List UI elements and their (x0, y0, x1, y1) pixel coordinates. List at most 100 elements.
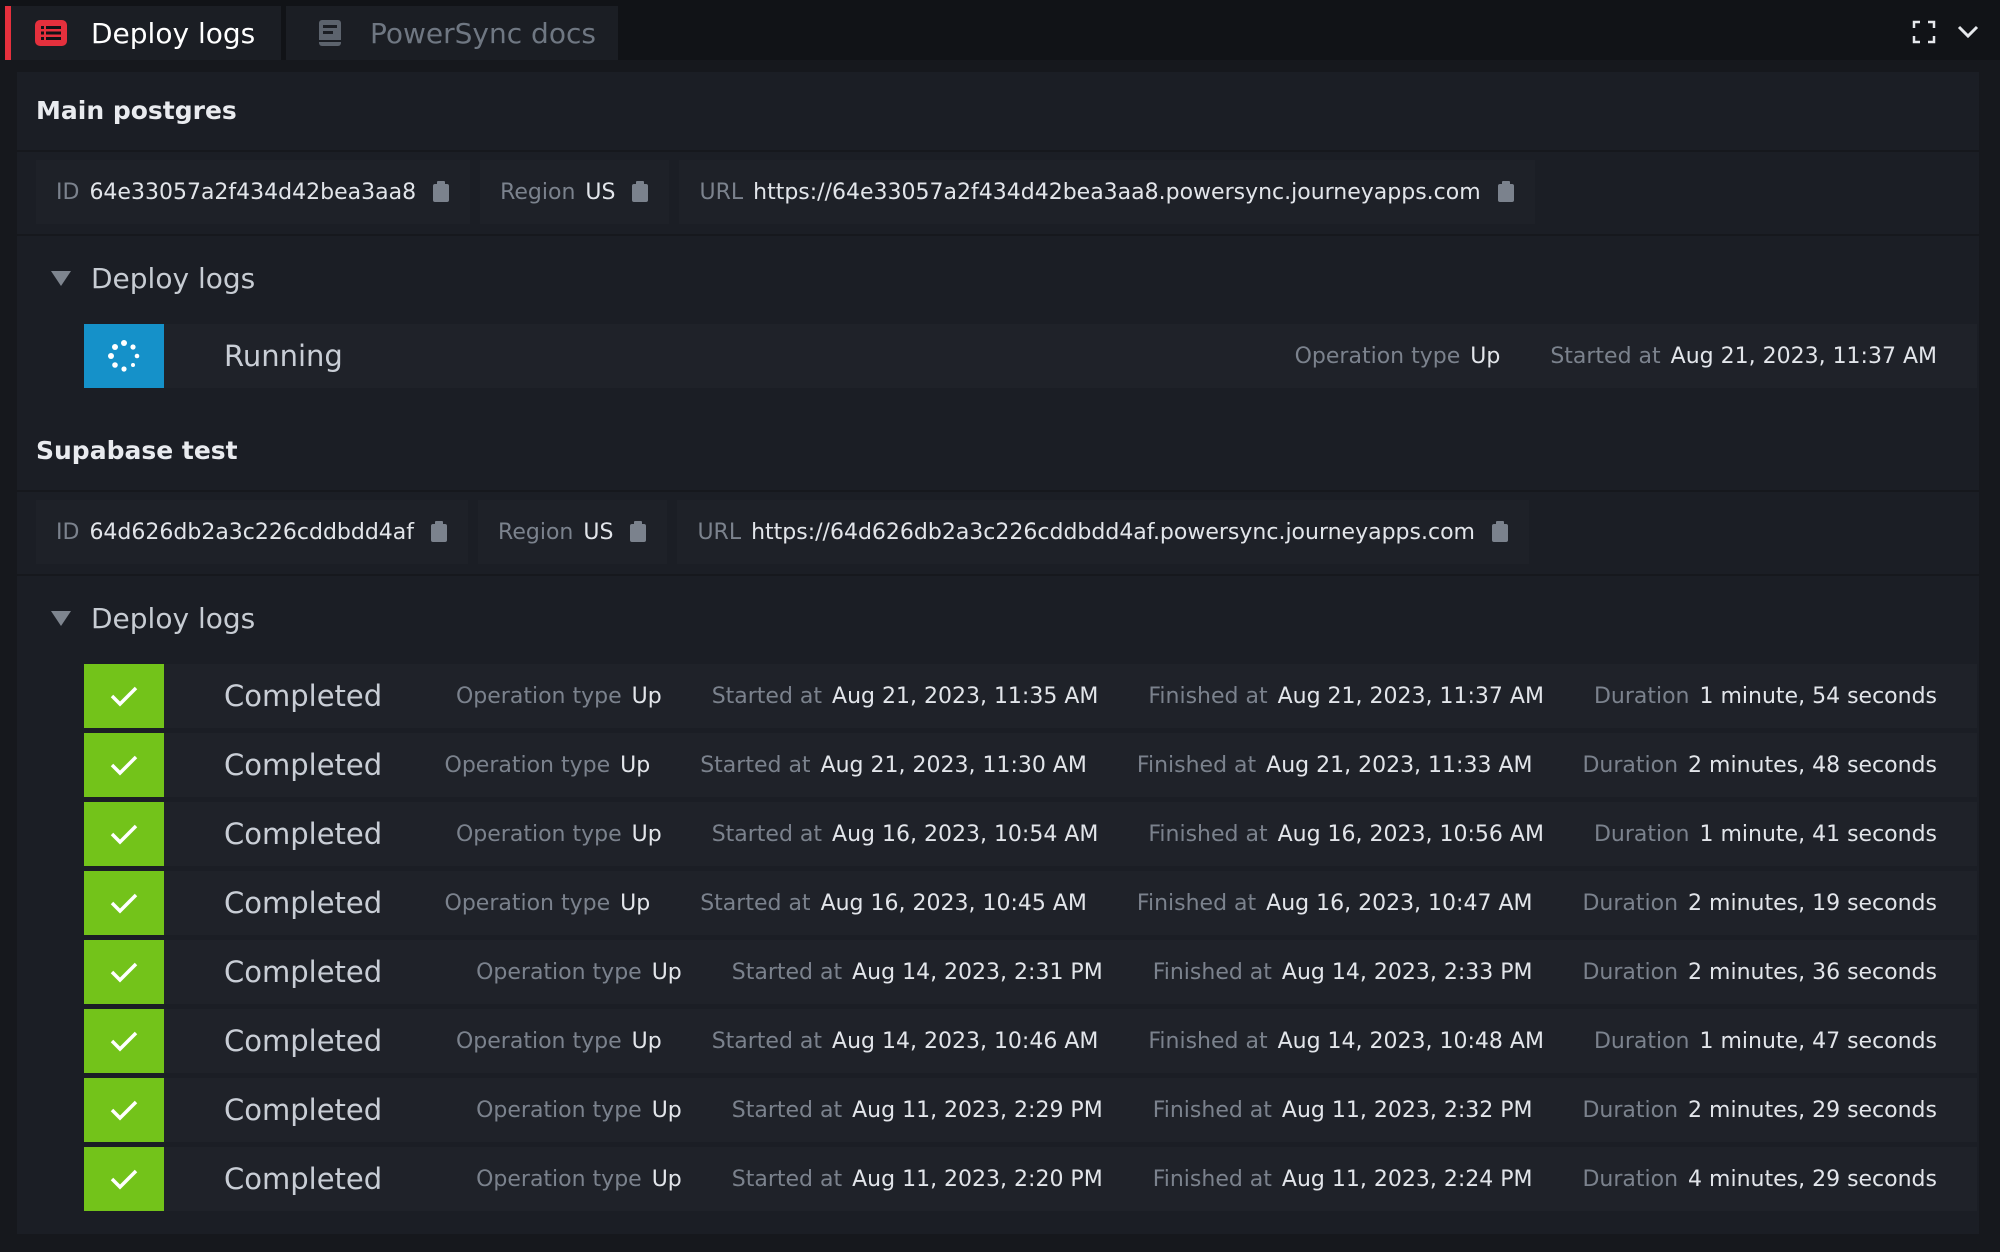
status-label: Completed (224, 955, 383, 989)
divider (17, 574, 1979, 576)
log-fields: Operation type Up Started at Aug 11, 2023,… (426, 1098, 1937, 1123)
url-label: URL (699, 179, 744, 205)
field-value: Up (1470, 343, 1501, 369)
field-value: 1 minute, 47 seconds (1699, 1028, 1937, 1054)
field-label: Duration (1582, 890, 1679, 916)
instance-meta: ID 64d626db2a3c226cddbdd4af Region US UR… (36, 500, 1539, 564)
caret-down-icon (51, 611, 71, 626)
clipboard-icon[interactable] (1491, 521, 1509, 543)
check-icon (84, 1078, 164, 1142)
spinner-icon (84, 324, 164, 388)
region-chip: Region US (478, 500, 668, 564)
field-value: Aug 11, 2023, 2:24 PM (1281, 1166, 1533, 1192)
status-label: Completed (224, 817, 383, 851)
field-value: 2 minutes, 36 seconds (1688, 959, 1937, 985)
field-label: Operation type (476, 1097, 642, 1123)
field-value: 1 minute, 41 seconds (1699, 821, 1937, 847)
instance-title: Supabase test (36, 436, 238, 465)
instance-meta: ID 64e33057a2f434d42bea3aa8 Region US UR… (36, 160, 1545, 224)
field-label: Finished at (1136, 890, 1257, 916)
scrollbar-track[interactable] (1980, 60, 2000, 1252)
instance-title: Main postgres (36, 96, 237, 125)
chevron-down-icon[interactable] (1948, 12, 1988, 52)
deploy-log-row[interactable]: Completed Operation type Up Started at Aug… (84, 871, 1977, 935)
instances-panel: Main postgres ID 64e33057a2f434d42bea3aa… (17, 72, 1979, 1234)
field-value: Aug 16, 2023, 10:45 AM (820, 890, 1087, 916)
deploy-log-row[interactable]: Completed Operation type Up Started at Aug… (84, 733, 1977, 797)
field-label: Operation type (455, 821, 622, 847)
deploy-logs-toggle[interactable]: Deploy logs (51, 262, 255, 295)
tab-bar: Deploy logs PowerSync docs (0, 0, 2000, 60)
field-value: Aug 21, 2023, 11:37 AM (1277, 683, 1544, 709)
url-value: https://64e33057a2f434d42bea3aa8.powersy… (753, 179, 1481, 205)
status-label: Completed (224, 679, 383, 713)
clipboard-icon[interactable] (629, 521, 647, 543)
field-value: 1 minute, 54 seconds (1699, 683, 1937, 709)
url-chip: URL https://64e33057a2f434d42bea3aa8.pow… (679, 160, 1535, 224)
field-label: Operation type (1294, 343, 1461, 369)
tab-label: PowerSync docs (370, 16, 596, 50)
field-label: Finished at (1152, 1166, 1272, 1192)
field-value: 2 minutes, 19 seconds (1688, 890, 1937, 916)
url-label: URL (697, 519, 742, 545)
id-label: ID (56, 519, 80, 545)
clipboard-icon[interactable] (432, 181, 450, 203)
deploy-log-row[interactable]: Completed Operation type Up Started at Aug… (84, 802, 1977, 866)
fullscreen-icon[interactable] (1904, 12, 1944, 52)
field-value: Up (620, 752, 651, 778)
status-label: Running (224, 339, 343, 373)
check-icon (84, 1009, 164, 1073)
status-label: Completed (224, 748, 383, 782)
field-label: Duration (1582, 1097, 1679, 1123)
field-value: Aug 11, 2023, 2:29 PM (852, 1097, 1103, 1123)
field-label: Operation type (476, 1166, 642, 1192)
field-value: Up (620, 890, 651, 916)
deploy-logs-toggle[interactable]: Deploy logs (51, 602, 255, 635)
region-chip: Region US (480, 160, 670, 224)
deploy-log-row[interactable]: Completed Operation type Up Started at Aug… (84, 940, 1977, 1004)
status-label: Completed (224, 1024, 383, 1058)
field-value: 2 minutes, 48 seconds (1688, 752, 1937, 778)
clipboard-icon[interactable] (1497, 181, 1515, 203)
tab-powersync-docs[interactable]: PowerSync docs (286, 6, 618, 60)
check-icon (84, 733, 164, 797)
field-value: Aug 14, 2023, 10:46 AM (832, 1028, 1099, 1054)
check-icon (84, 1147, 164, 1211)
field-value: 4 minutes, 29 seconds (1688, 1166, 1937, 1192)
group-label: Deploy logs (91, 262, 256, 295)
divider (17, 490, 1979, 492)
field-label: Started at (731, 1097, 843, 1123)
field-value: Aug 21, 2023, 11:35 AM (832, 683, 1099, 709)
clipboard-icon[interactable] (430, 521, 448, 543)
check-icon (84, 871, 164, 935)
field-value: Aug 14, 2023, 10:48 AM (1277, 1028, 1544, 1054)
clipboard-icon[interactable] (631, 181, 649, 203)
url-chip: URL https://64d626db2a3c226cddbdd4af.pow… (677, 500, 1529, 564)
field-label: Started at (711, 683, 823, 709)
field-value: Aug 16, 2023, 10:56 AM (1277, 821, 1544, 847)
field-value: 2 minutes, 29 seconds (1688, 1097, 1937, 1123)
field-label: Operation type (455, 1028, 622, 1054)
deploy-log-row[interactable]: Running Operation type Up Started at Aug 2… (84, 324, 1977, 388)
field-label: Finished at (1148, 1028, 1268, 1054)
id-label: ID (56, 179, 80, 205)
status-label: Completed (224, 1162, 383, 1196)
field-label: Finished at (1152, 959, 1272, 985)
field-label: Finished at (1148, 683, 1268, 709)
deploy-log-row[interactable]: Completed Operation type Up Started at Aug… (84, 1009, 1977, 1073)
field-label: Finished at (1152, 1097, 1272, 1123)
tab-deploy-logs[interactable]: Deploy logs (5, 6, 281, 60)
region-value: US (585, 179, 616, 205)
deploy-log-row[interactable]: Completed Operation type Up Started at Aug… (84, 1078, 1977, 1142)
status-label: Completed (224, 886, 383, 920)
divider (17, 234, 1979, 236)
caret-down-icon (51, 271, 71, 286)
log-fields: Operation type Up Started at Aug 21, 2023,… (395, 753, 1937, 778)
field-label: Operation type (476, 959, 642, 985)
log-fields: Operation type Up Started at Aug 14, 2023,… (406, 1029, 1937, 1054)
deploy-log-row[interactable]: Completed Operation type Up Started at Aug… (84, 1147, 1977, 1211)
field-label: Duration (1593, 1028, 1690, 1054)
field-value: Aug 11, 2023, 2:32 PM (1281, 1097, 1533, 1123)
deploy-log-row[interactable]: Completed Operation type Up Started at Aug… (84, 664, 1977, 728)
field-value: Aug 16, 2023, 10:54 AM (832, 821, 1099, 847)
